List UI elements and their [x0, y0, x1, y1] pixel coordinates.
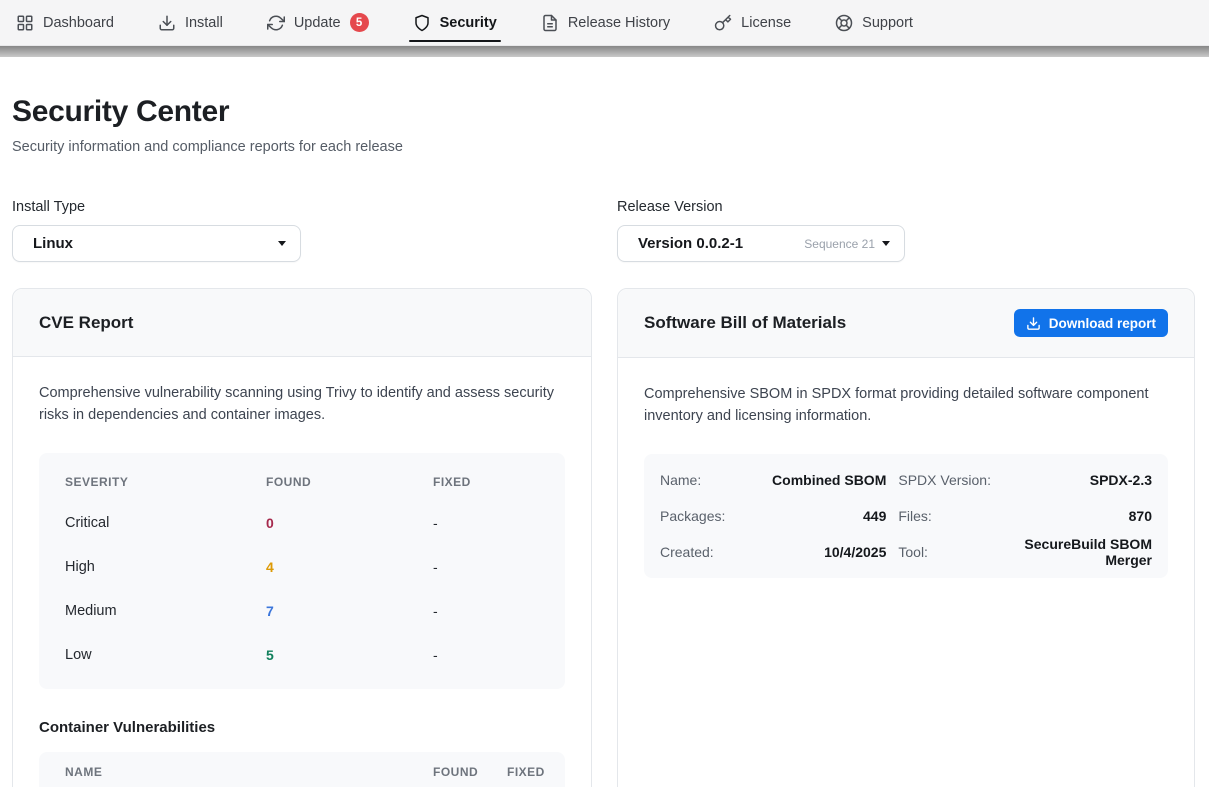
table-row: Low 5 -	[65, 633, 539, 677]
download-icon	[158, 14, 176, 32]
key-icon	[714, 14, 732, 32]
tab-release-history[interactable]: Release History	[541, 0, 670, 45]
severity-label: Low	[65, 647, 266, 663]
tab-update[interactable]: Update 5	[267, 0, 369, 45]
tab-label: Release History	[568, 15, 670, 31]
release-version-value: Version 0.0.2-1	[638, 235, 743, 252]
cve-card-body: Comprehensive vulnerability scanning usi…	[13, 357, 591, 787]
release-version-label: Release Version	[617, 199, 1195, 215]
severity-table: SEVERITY FOUND FIXED Critical 0 - High 4…	[39, 453, 565, 689]
sbom-info-grid: Name: Combined SBOM SPDX Version: SPDX-2…	[644, 454, 1168, 578]
update-count-badge: 5	[350, 13, 369, 32]
container-table-header: NAME FOUND FIXED	[39, 752, 565, 787]
sbom-description: Comprehensive SBOM in SPDX format provid…	[644, 384, 1168, 428]
sequence-badge: Sequence 21	[804, 237, 875, 251]
download-report-button[interactable]: Download report	[1014, 309, 1168, 337]
top-navbar: Dashboard Install Update 5 Security Rele…	[0, 0, 1209, 46]
found-count: 7	[266, 603, 433, 619]
tab-support[interactable]: Support	[835, 0, 913, 45]
tab-label: Security	[440, 15, 497, 31]
cve-card-title: CVE Report	[39, 313, 133, 333]
install-type-label: Install Type	[12, 199, 592, 215]
sbom-info-value: 449	[737, 498, 886, 534]
col-severity: SEVERITY	[65, 475, 266, 489]
cards-row: CVE Report Comprehensive vulnerability s…	[12, 288, 1195, 787]
chevron-down-icon	[278, 241, 286, 246]
fixed-count: -	[433, 603, 539, 619]
tab-security[interactable]: Security	[413, 0, 497, 45]
found-count: 4	[266, 559, 433, 575]
severity-label: Critical	[65, 515, 266, 531]
col-found: FOUND	[433, 765, 507, 779]
dashboard-icon	[16, 14, 34, 32]
tab-label: Support	[862, 15, 913, 31]
shield-icon	[413, 14, 431, 32]
sbom-info-value: Combined SBOM	[737, 462, 886, 498]
table-row: High 4 -	[65, 545, 539, 589]
sbom-info-value: SecureBuild SBOM Merger	[1003, 534, 1152, 570]
tab-label: Update	[294, 15, 341, 31]
tab-label: Dashboard	[43, 15, 114, 31]
sbom-info-label: Packages:	[660, 498, 725, 534]
fixed-count: -	[433, 515, 539, 531]
cve-description: Comprehensive vulnerability scanning usi…	[39, 383, 565, 427]
fixed-count: -	[433, 647, 539, 663]
tab-label: License	[741, 15, 791, 31]
severity-label: Medium	[65, 603, 266, 619]
tab-dashboard[interactable]: Dashboard	[16, 0, 114, 45]
filters-row: Install Type Linux Release Version Versi…	[12, 199, 1195, 262]
page-title: Security Center	[12, 95, 1195, 129]
sbom-info-value: SPDX-2.3	[1003, 462, 1152, 498]
container-vulnerabilities-title: Container Vulnerabilities	[39, 719, 565, 736]
life-buoy-icon	[835, 14, 853, 32]
tab-license[interactable]: License	[714, 0, 791, 45]
refresh-icon	[267, 14, 285, 32]
cve-report-card: CVE Report Comprehensive vulnerability s…	[12, 288, 592, 787]
main-content: Security Center Security information and…	[0, 57, 1209, 787]
col-found: FOUND	[266, 475, 433, 489]
col-fixed: FIXED	[433, 475, 539, 489]
table-row: Medium 7 -	[65, 589, 539, 633]
sbom-card-header: Software Bill of Materials Download repo…	[618, 289, 1194, 358]
chevron-down-icon	[882, 241, 890, 246]
sbom-info-label: Files:	[898, 498, 991, 534]
sbom-info-label: Name:	[660, 462, 725, 498]
sbom-info-value: 870	[1003, 498, 1152, 534]
severity-table-header: SEVERITY FOUND FIXED	[65, 463, 539, 501]
download-report-label: Download report	[1049, 316, 1156, 331]
col-name: NAME	[65, 765, 433, 779]
release-version-select[interactable]: Version 0.0.2-1 Sequence 21	[617, 225, 905, 262]
download-icon	[1026, 316, 1041, 331]
top-divider-bar	[0, 46, 1209, 57]
found-count: 0	[266, 515, 433, 531]
found-count: 5	[266, 647, 433, 663]
sbom-card-title: Software Bill of Materials	[644, 313, 846, 333]
install-type-select[interactable]: Linux	[12, 225, 301, 262]
tab-label: Install	[185, 15, 223, 31]
sbom-card-body: Comprehensive SBOM in SPDX format provid…	[618, 358, 1194, 604]
tab-install[interactable]: Install	[158, 0, 223, 45]
sbom-info-value: 10/4/2025	[737, 534, 886, 570]
sbom-card: Software Bill of Materials Download repo…	[617, 288, 1195, 787]
table-row: Critical 0 -	[65, 501, 539, 545]
release-version-filter: Release Version Version 0.0.2-1 Sequence…	[617, 199, 1195, 262]
install-type-filter: Install Type Linux	[12, 199, 592, 262]
fixed-count: -	[433, 559, 539, 575]
sbom-info-label: SPDX Version:	[898, 462, 991, 498]
sbom-info-label: Tool:	[898, 534, 991, 570]
col-fixed: FIXED	[507, 765, 553, 779]
install-type-value: Linux	[33, 235, 73, 252]
page-subtitle: Security information and compliance repo…	[12, 139, 1195, 155]
sbom-info-label: Created:	[660, 534, 725, 570]
severity-label: High	[65, 559, 266, 575]
file-text-icon	[541, 14, 559, 32]
cve-card-header: CVE Report	[13, 289, 591, 357]
